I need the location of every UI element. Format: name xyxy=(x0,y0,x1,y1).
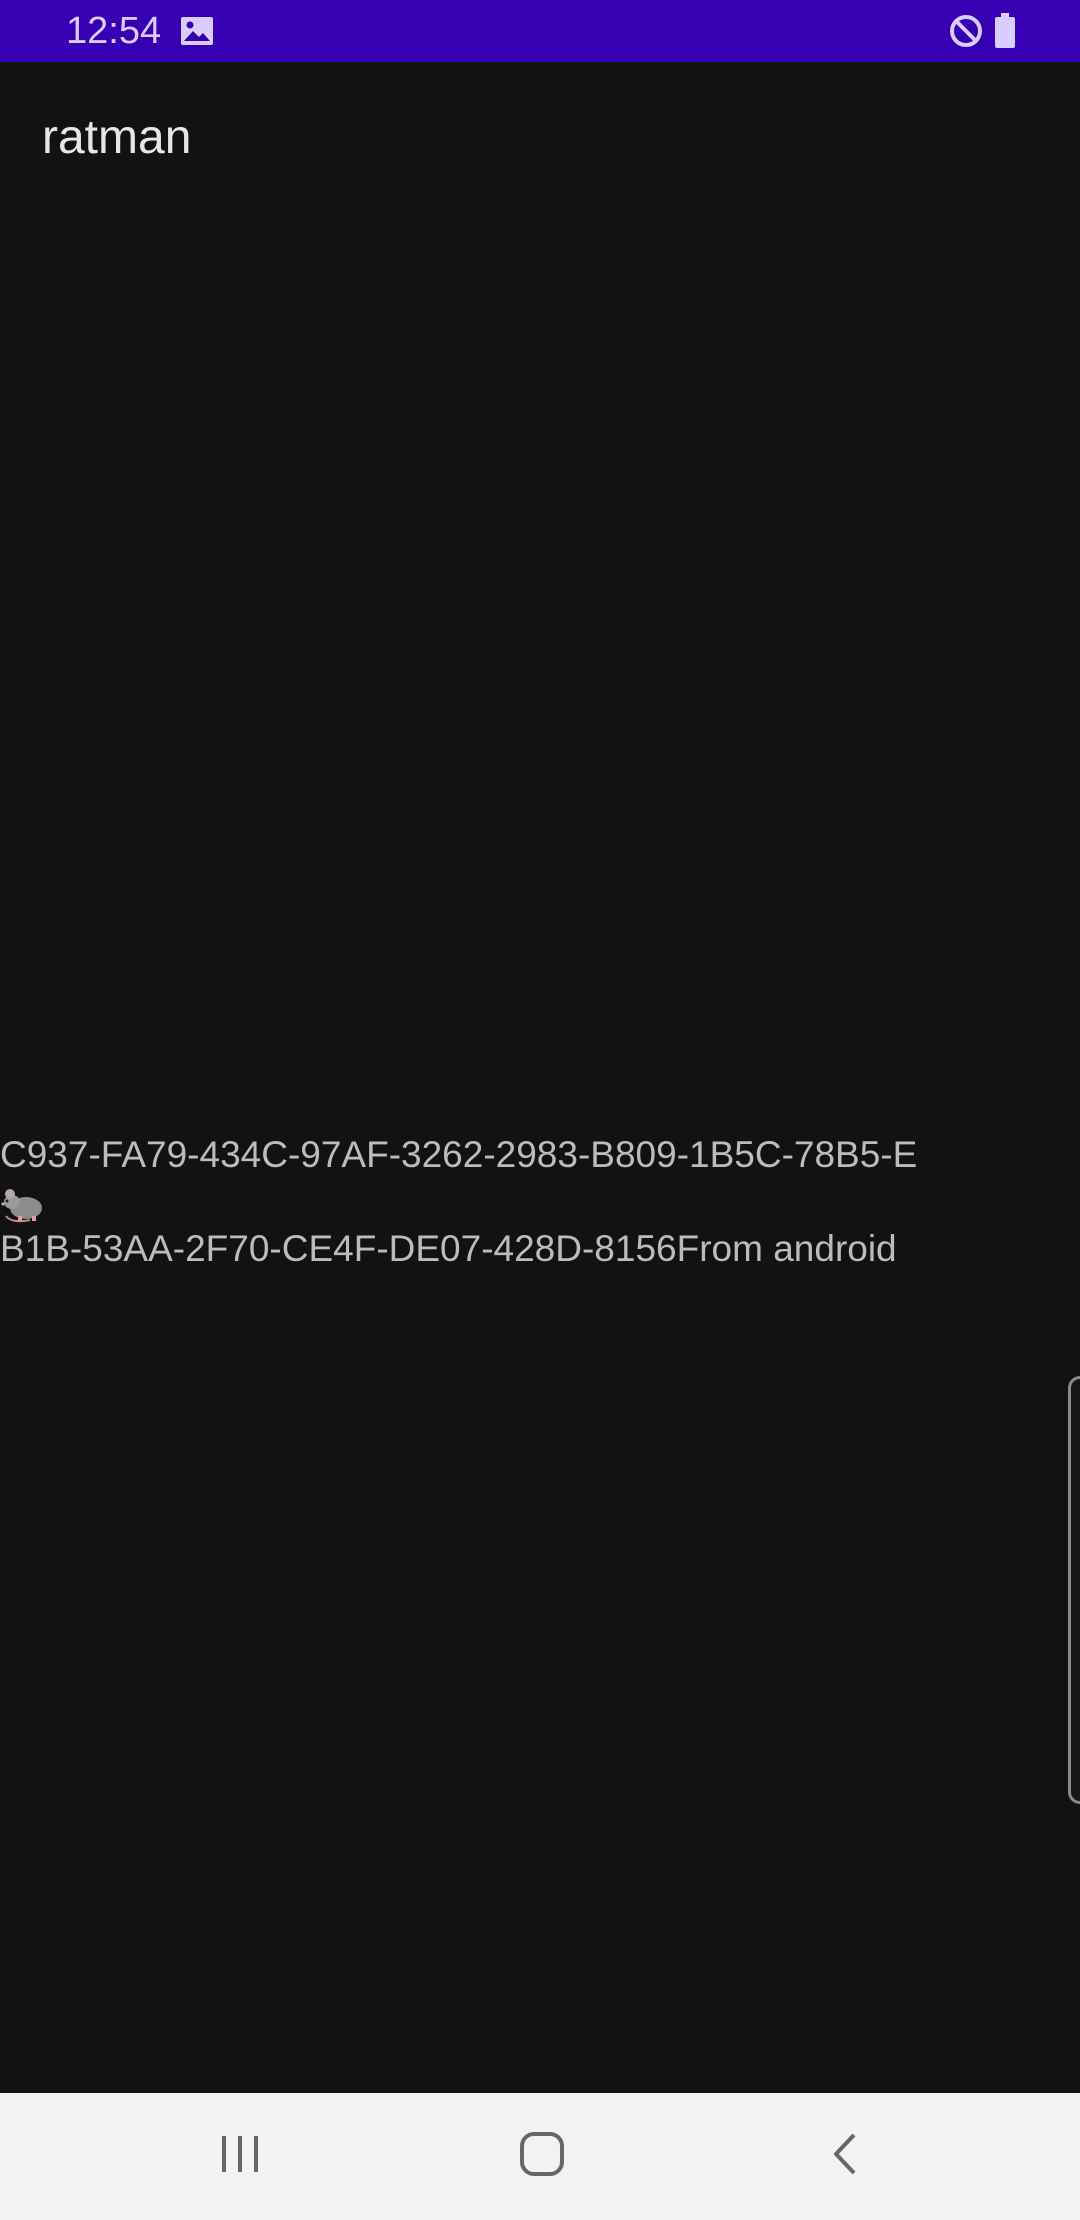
home-icon xyxy=(519,2131,565,2182)
app-screen: 12:54 ratman C937-FA79-434C-97AF-3262-29… xyxy=(0,0,1080,2220)
back-button[interactable] xyxy=(765,2093,925,2220)
battery-icon xyxy=(994,13,1016,49)
recents-icon xyxy=(218,2134,262,2179)
status-time: 12:54 xyxy=(66,10,162,52)
message-line-1: C937-FA79-434C-97AF-3262-2983-B809-1B5C-… xyxy=(0,1134,918,1175)
message-line-2: B1B-53AA-2F70-CE4F-DE07-428D-8156From an… xyxy=(0,1228,897,1269)
rat-emoji-icon xyxy=(0,1178,48,1226)
recents-button[interactable] xyxy=(160,2093,320,2220)
message-text: C937-FA79-434C-97AF-3262-2983-B809-1B5C-… xyxy=(0,1084,1000,1319)
status-bar: 12:54 xyxy=(0,0,1080,62)
do-not-disturb-icon xyxy=(948,13,984,49)
app-title: ratman xyxy=(42,111,192,164)
home-button[interactable] xyxy=(462,2093,622,2220)
edge-panel-handle[interactable] xyxy=(1068,1376,1080,1804)
image-icon xyxy=(180,16,214,46)
navigation-bar xyxy=(0,2093,1080,2220)
back-icon xyxy=(830,2131,860,2182)
